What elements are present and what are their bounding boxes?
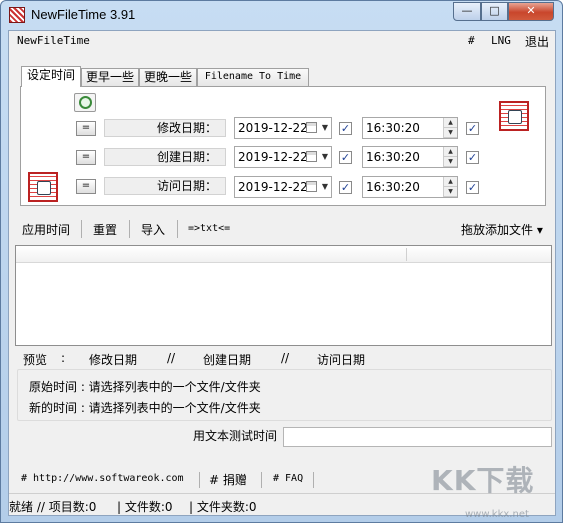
accessed-time-spinner[interactable]: ▲ ▼ [443,177,457,197]
toolbar-divider [129,220,130,238]
spin-down-icon[interactable]: ▼ [444,157,457,167]
created-label: 创建日期： [104,148,226,166]
preview-colon: : [61,351,66,365]
title-bar[interactable]: NewFileTime 3.91 — □ ✕ [1,1,562,29]
close-button[interactable]: ✕ [508,2,554,21]
spin-up-icon[interactable]: ▲ [444,118,457,128]
accessed-label: 访问日期： [104,177,226,195]
created-date-picker[interactable]: 2019-12-22 ▼ [234,146,332,168]
preview-line: 预览 : 修改日期 // 创建日期 // 访问日期 [23,351,543,369]
window-title: NewFileTime 3.91 [31,7,136,22]
maximize-button[interactable]: □ [481,2,508,21]
modified-time-value: 16:30:20 [366,121,420,135]
accessed-time-value: 16:30:20 [366,180,420,194]
menu-hash[interactable]: # [468,34,475,47]
chevron-down-icon: ▼ [321,182,328,191]
modified-time-spinner[interactable]: ▲ ▼ [443,118,457,138]
spin-down-icon[interactable]: ▼ [444,128,457,138]
faq-link[interactable]: # FAQ [273,473,303,484]
created-time-value: 16:30:20 [366,150,420,164]
menu-bar: NewFileTime # LNG 退出 [9,31,555,53]
preview-accessed: 访问日期 [317,353,366,367]
created-time-spinner[interactable]: ▲ ▼ [443,147,457,167]
minimize-button[interactable]: — [453,2,481,21]
modified-label: 修改日期： [104,119,226,137]
accessed-time-field[interactable]: 16:30:20 ▲ ▼ [362,176,458,198]
accessed-time-checkbox[interactable]: ✓ [466,181,479,194]
accessed-date-value: 2019-12-22 [238,180,308,194]
accessed-date-checkbox[interactable]: ✓ [339,181,352,194]
website-link[interactable]: # http://www.softwareok.com [21,473,184,484]
to-txt-button[interactable]: =>txt<= [188,223,230,234]
calendar-icon [306,181,317,192]
column-divider[interactable] [406,248,407,261]
accessed-date-picker[interactable]: 2019-12-22 ▼ [234,176,332,198]
created-time-field[interactable]: 16:30:20 ▲ ▼ [362,146,458,168]
watermark-url: www.kkx.net [465,509,529,520]
preview-separator: // [167,351,176,365]
tab-later[interactable]: 更晚一些 [139,68,197,86]
preview-created: 创建日期 [203,353,252,367]
donate-link[interactable]: # 捐赠 [209,471,247,488]
spin-up-icon[interactable]: ▲ [444,147,457,157]
status-ready: 就绪 // 项目数:0 [9,500,97,514]
footer-divider [313,472,314,488]
tab-earlier[interactable]: 更早一些 [81,68,139,86]
toolbar-divider [81,220,82,238]
footer-divider [261,472,262,488]
spin-down-icon[interactable]: ▼ [444,187,457,197]
original-time-text: 原始时间 : 请选择列表中的一个文件/文件夹 [29,380,261,394]
modified-date-picker[interactable]: 2019-12-22 ▼ [234,117,332,139]
preview-modified: 修改日期 [89,353,138,367]
accessed-equal-button[interactable]: = [76,179,96,194]
file-list-header[interactable] [16,246,551,263]
menu-app[interactable]: NewFileTime [17,34,90,47]
chevron-down-icon: ▼ [321,152,328,161]
toolbar-divider [177,220,178,238]
modified-equal-button[interactable]: = [76,121,96,136]
filetime-logo-icon [499,101,529,131]
app-window: NewFileTime 3.91 — □ ✕ NewFileTime # LNG… [0,0,563,523]
import-button[interactable]: 导入 [141,221,165,238]
spin-up-icon[interactable]: ▲ [444,177,457,187]
new-time-text: 新的时间 : 请选择列表中的一个文件/文件夹 [29,401,261,415]
test-time-input[interactable] [283,427,552,447]
action-toolbar: 应用时间 重置 导入 =>txt<= 拖放添加文件 ▾ [9,218,555,240]
time-info-box: 原始时间 : 请选择列表中的一个文件/文件夹 新的时间 : 请选择列表中的一个文… [17,369,552,421]
apply-time-button[interactable]: 应用时间 [22,221,70,238]
preview-label: 预览 [23,353,48,367]
calendar-icon [306,122,317,133]
preview-separator: // [281,351,290,365]
status-folder-count: | 文件夹数:0 [189,500,257,514]
tab-set-time[interactable]: 设定时间 [21,66,81,87]
modified-date-checkbox[interactable]: ✓ [339,122,352,135]
filetime-logo-icon [28,172,58,202]
menu-exit[interactable]: 退出 [525,33,549,50]
modified-time-field[interactable]: 16:30:20 ▲ ▼ [362,117,458,139]
drop-add-files-button[interactable]: 拖放添加文件 ▾ [461,221,543,238]
created-time-checkbox[interactable]: ✓ [466,151,479,164]
menu-lng[interactable]: LNG [491,34,511,47]
created-date-checkbox[interactable]: ✓ [339,151,352,164]
tab-filename-to-time[interactable]: Filename To Time [197,68,309,86]
clock-icon [79,96,92,109]
file-list[interactable] [15,245,552,346]
created-date-value: 2019-12-22 [238,150,308,164]
current-time-button[interactable] [74,93,96,112]
chevron-down-icon: ▼ [321,123,328,132]
app-icon [9,7,25,23]
watermark-logo: KK下载 [431,464,535,497]
status-file-count: | 文件数:0 [117,500,173,514]
reset-button[interactable]: 重置 [93,221,117,238]
test-time-label: 用文本测试时间 [193,429,278,443]
modified-time-checkbox[interactable]: ✓ [466,122,479,135]
modified-date-value: 2019-12-22 [238,121,308,135]
created-equal-button[interactable]: = [76,150,96,165]
client-area: NewFileTime # LNG 退出 设定时间 更早一些 更晚一些 File… [8,30,556,516]
footer-divider [199,472,200,488]
calendar-icon [306,151,317,162]
